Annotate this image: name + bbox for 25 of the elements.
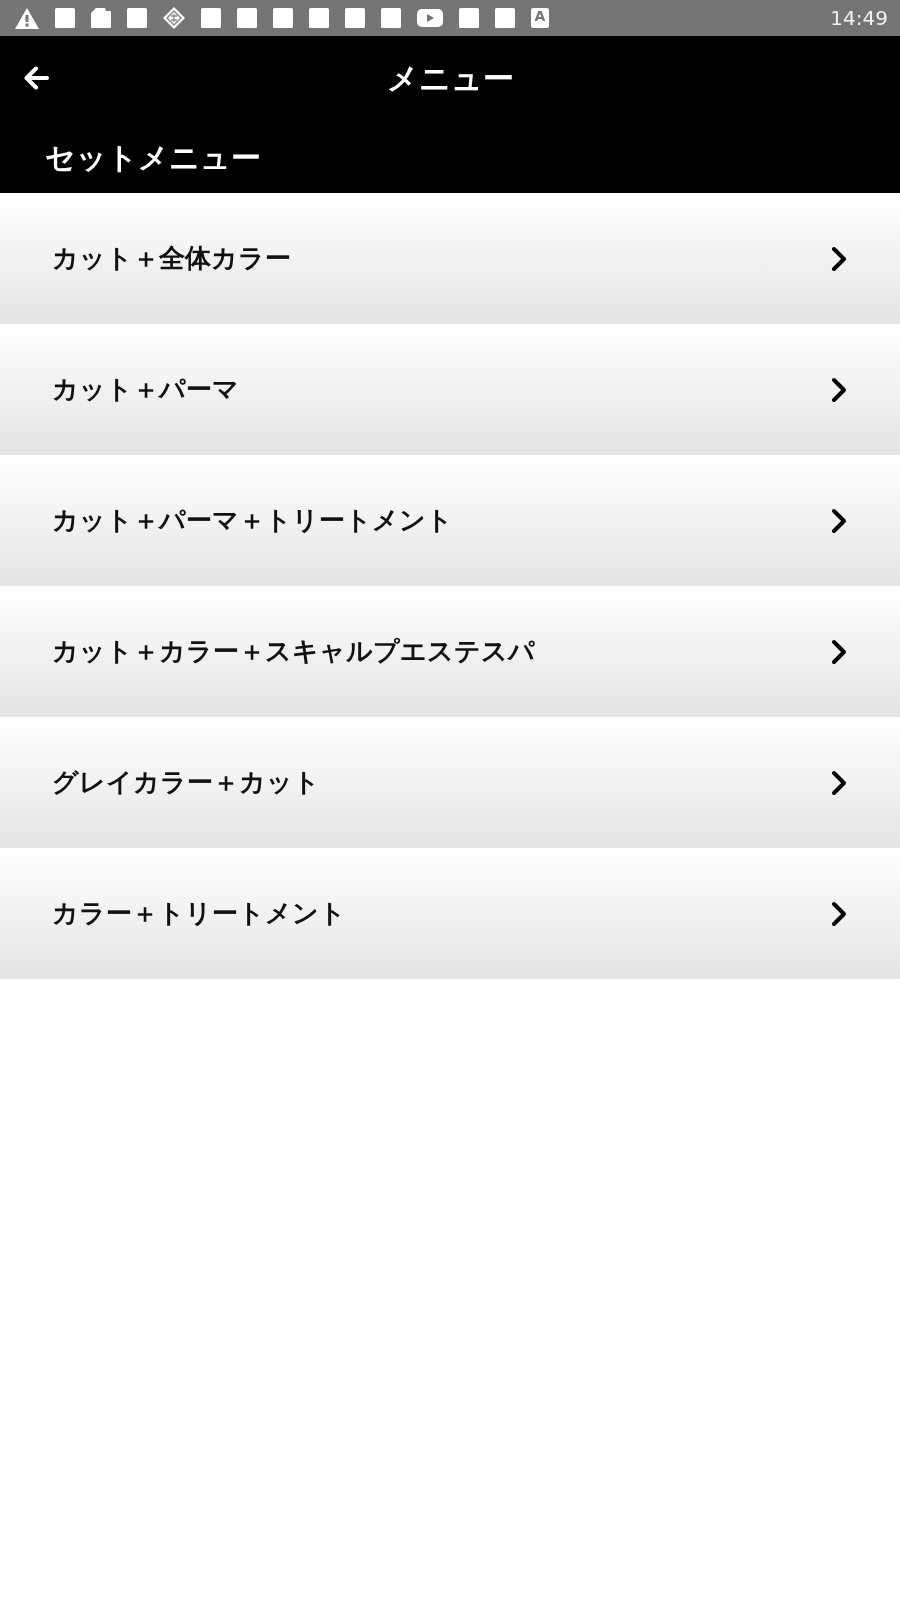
square-icon bbox=[495, 8, 515, 28]
screen-title: メニュー bbox=[386, 60, 514, 98]
warning-icon bbox=[15, 7, 39, 29]
square-icon bbox=[55, 8, 75, 28]
chevron-right-icon bbox=[831, 638, 847, 665]
square-icon bbox=[237, 8, 257, 28]
square-icon bbox=[127, 8, 147, 28]
section-title: セットメニュー bbox=[45, 139, 261, 176]
square-icon bbox=[459, 8, 479, 28]
chevron-right-icon bbox=[831, 507, 847, 534]
square-icon bbox=[381, 8, 401, 28]
chevron-right-icon bbox=[831, 900, 847, 927]
square-icon bbox=[345, 8, 365, 28]
square-icon bbox=[273, 8, 293, 28]
diamond-icon bbox=[163, 7, 185, 29]
back-icon[interactable] bbox=[23, 66, 49, 90]
square-icon bbox=[201, 8, 221, 28]
square-icon bbox=[309, 8, 329, 28]
chevron-right-icon bbox=[831, 245, 847, 272]
chevron-right-icon bbox=[831, 376, 847, 403]
letter-tile-icon: A bbox=[531, 8, 549, 28]
chevron-right-icon bbox=[831, 769, 847, 796]
sd-card-icon bbox=[91, 8, 111, 28]
status-time: 14:49 bbox=[830, 6, 888, 30]
play-icon bbox=[417, 9, 443, 27]
